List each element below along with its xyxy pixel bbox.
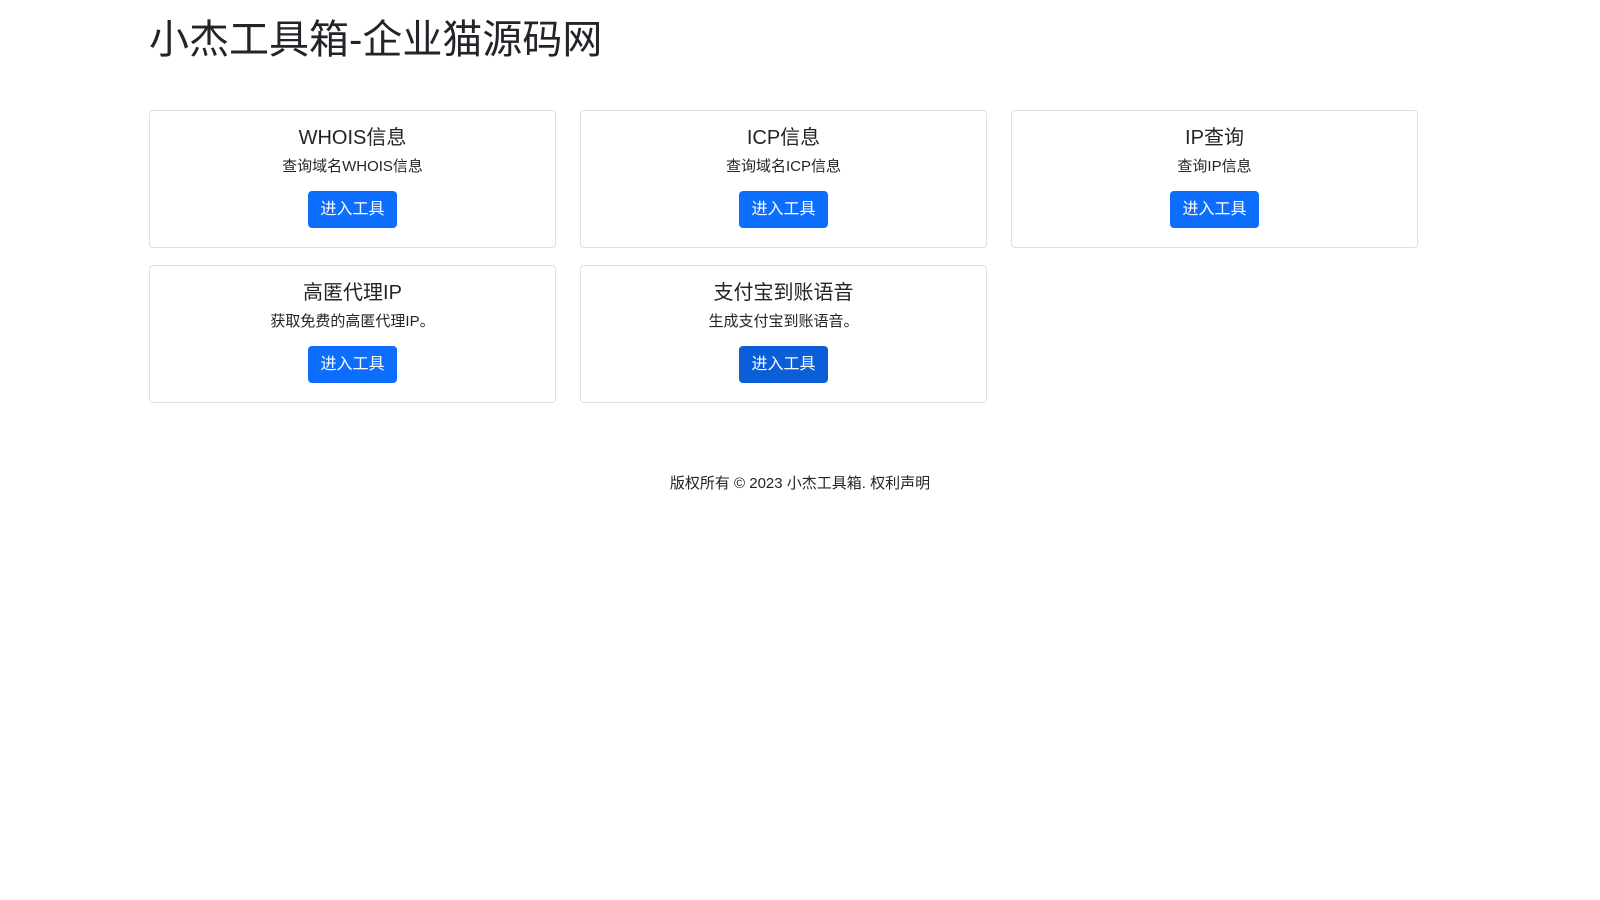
card-description: 生成支付宝到账语音。	[708, 313, 859, 330]
card-title: WHOIS信息	[298, 127, 407, 149]
enter-tool-button[interactable]: 进入工具	[1170, 191, 1259, 228]
tool-card-icp: ICP信息 查询域名ICP信息 进入工具	[580, 110, 987, 248]
tool-card-whois: WHOIS信息 查询域名WHOIS信息 进入工具	[149, 110, 556, 248]
card-title: IP查询	[1185, 127, 1244, 149]
card-title: ICP信息	[746, 127, 821, 149]
enter-tool-button[interactable]: 进入工具	[739, 346, 828, 383]
enter-tool-button[interactable]: 进入工具	[308, 191, 397, 228]
tool-card-ip: IP查询 查询IP信息 进入工具	[1011, 110, 1418, 248]
card-description: 查询域名ICP信息	[725, 158, 841, 175]
card-description: 查询IP信息	[1177, 158, 1252, 175]
page-title: 小杰工具箱-企业猫源码网	[149, 18, 603, 62]
tool-card-proxy: 高匿代理IP 获取免费的高匿代理IP。 进入工具	[149, 265, 556, 403]
tool-grid: WHOIS信息 查询域名WHOIS信息 进入工具 ICP信息 查询域名ICP信息…	[149, 110, 1419, 403]
card-description: 获取免费的高匿代理IP。	[270, 313, 435, 330]
tool-card-alipay-voice: 支付宝到账语音 生成支付宝到账语音。 进入工具	[580, 265, 987, 403]
card-description: 查询域名WHOIS信息	[282, 158, 423, 175]
card-title: 支付宝到账语音	[713, 282, 854, 304]
card-title: 高匿代理IP	[303, 282, 402, 304]
enter-tool-button[interactable]: 进入工具	[739, 191, 828, 228]
footer-copyright: 版权所有 © 2023 小杰工具箱. 权利声明	[669, 475, 931, 492]
enter-tool-button[interactable]: 进入工具	[308, 346, 397, 383]
